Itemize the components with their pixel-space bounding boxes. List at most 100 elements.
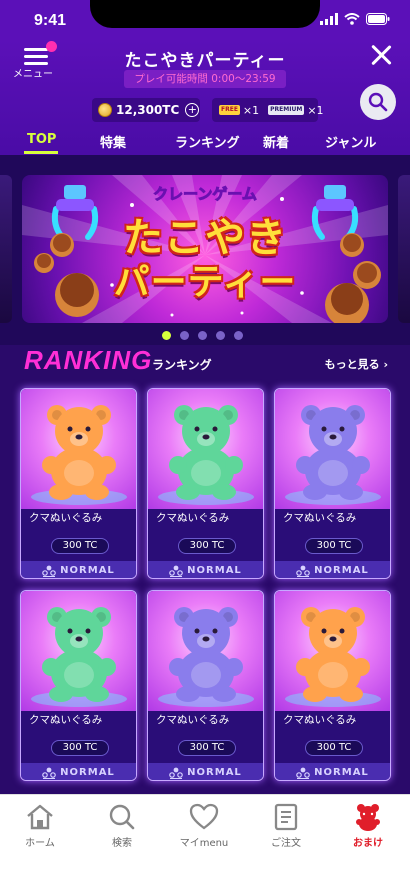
rarity-label: NORMAL — [314, 767, 369, 778]
teddy-bear-image — [31, 405, 127, 505]
wifi-icon — [344, 13, 360, 25]
bottom-navigation: ホーム 検索 マイmenu ご注文 おまけ — [0, 794, 410, 884]
nav-mymenu-label: マイmenu — [179, 838, 229, 849]
tab-feature[interactable]: 特集 — [100, 132, 126, 151]
status-time: 9:41 — [34, 12, 67, 29]
tab-ranking[interactable]: ランキング — [175, 132, 240, 151]
product-name: クマぬいぐるみ — [29, 512, 103, 524]
rarity-icon — [296, 565, 310, 577]
category-tabs: TOP 特集 ランキング 新着 ジャンル — [0, 132, 410, 154]
battery-icon — [366, 13, 390, 25]
nav-search[interactable]: 検索 — [82, 803, 162, 849]
nav-mymenu[interactable]: マイmenu — [164, 803, 244, 849]
rarity-label: NORMAL — [187, 565, 242, 576]
rarity-bar: NORMAL — [148, 763, 263, 780]
product-name: クマぬいぐるみ — [283, 714, 357, 726]
product-card[interactable]: クマぬいぐるみ 300 TC NORMAL — [147, 590, 264, 781]
play-time: プレイ可能時間 0:00〜23:59 — [124, 70, 286, 88]
search-icon — [109, 804, 135, 830]
product-price: 300 TC — [305, 740, 363, 756]
product-name: クマぬいぐるみ — [29, 714, 103, 726]
banner-carousel[interactable]: クレーンゲーム たこやき パーティー — [0, 155, 410, 345]
product-name: クマぬいぐるみ — [156, 714, 230, 726]
product-image — [275, 389, 390, 509]
rarity-icon — [296, 767, 310, 779]
add-coin-icon[interactable]: + — [185, 103, 200, 117]
home-icon — [27, 804, 53, 830]
product-card[interactable]: クマぬいぐるみ 300 TC NORMAL — [20, 388, 137, 579]
see-more-label: もっと見る — [324, 358, 380, 371]
teddy-bear-image — [158, 607, 254, 707]
tab-genre[interactable]: ジャンル — [325, 132, 376, 151]
rarity-label: NORMAL — [60, 767, 115, 778]
product-name: クマぬいぐるみ — [283, 512, 357, 524]
chevron-right-icon: › — [383, 358, 388, 371]
rarity-bar: NORMAL — [275, 561, 390, 578]
app-header: メニュー たこやきパーティー プレイ可能時間 0:00〜23:59 12,300… — [0, 40, 410, 155]
rarity-icon — [42, 565, 56, 577]
carousel-dot[interactable] — [198, 331, 207, 340]
signal-icon — [320, 13, 338, 25]
wallet-value: 12,300TC — [116, 103, 180, 117]
product-price: 300 TC — [305, 538, 363, 554]
rarity-bar: NORMAL — [21, 561, 136, 578]
product-image — [21, 389, 136, 509]
teddy-bear-image — [158, 405, 254, 505]
search-icon — [368, 92, 388, 112]
product-image — [21, 591, 136, 711]
teddy-bear-image — [285, 607, 381, 707]
tab-top[interactable]: TOP — [27, 132, 56, 147]
rarity-bar: NORMAL — [148, 561, 263, 578]
free-ticket-badge: FREE — [219, 105, 240, 115]
ranking-header: RANKING ランキング もっと見る › — [0, 345, 410, 385]
product-price: 300 TC — [51, 740, 109, 756]
rarity-label: NORMAL — [314, 565, 369, 576]
heart-icon — [189, 803, 219, 830]
nav-home[interactable]: ホーム — [0, 803, 80, 849]
rarity-bar: NORMAL — [21, 763, 136, 780]
carousel-dot[interactable] — [216, 331, 225, 340]
rarity-icon — [169, 767, 183, 779]
nav-bonus-label: おまけ — [353, 838, 383, 849]
ranking-subtitle: ランキング — [152, 358, 212, 372]
page-title: たこやきパーティー — [124, 51, 286, 71]
product-image — [275, 591, 390, 711]
product-price: 300 TC — [178, 538, 236, 554]
premium-ticket-badge: PREMIUM — [268, 105, 305, 115]
product-price: 300 TC — [51, 538, 109, 554]
product-image — [148, 389, 263, 509]
product-card[interactable]: クマぬいぐるみ 300 TC NORMAL — [274, 388, 391, 579]
nav-order[interactable]: ご注文 — [246, 803, 326, 849]
status-bar: 9:41 — [0, 0, 410, 40]
rarity-label: NORMAL — [187, 767, 242, 778]
prev-banner-peek[interactable] — [0, 175, 12, 323]
rarity-icon — [42, 767, 56, 779]
banner-slide[interactable]: クレーンゲーム たこやき パーティー — [22, 175, 388, 323]
wallet-balance[interactable]: 12,300TC + — [92, 98, 200, 122]
rarity-icon — [169, 565, 183, 577]
close-button[interactable] — [370, 44, 392, 66]
carousel-dots — [162, 331, 243, 340]
product-card[interactable]: クマぬいぐるみ 300 TC NORMAL — [147, 388, 264, 579]
nav-bonus[interactable]: おまけ — [328, 803, 408, 849]
active-tab-indicator — [24, 151, 58, 154]
product-image — [148, 591, 263, 711]
nav-search-label: 検索 — [112, 838, 132, 849]
nav-home-label: ホーム — [25, 838, 55, 849]
carousel-dot[interactable] — [234, 331, 243, 340]
banner-title-line2: パーティー — [113, 262, 297, 303]
product-price: 300 TC — [178, 740, 236, 756]
carousel-dot[interactable] — [162, 331, 171, 340]
product-card[interactable]: クマぬいぐるみ 300 TC NORMAL — [20, 590, 137, 781]
search-button[interactable] — [360, 84, 396, 120]
bear-icon — [356, 804, 380, 831]
order-icon — [274, 803, 298, 831]
product-card[interactable]: クマぬいぐるみ 300 TC NORMAL — [274, 590, 391, 781]
tab-new[interactable]: 新着 — [263, 132, 289, 151]
coin-icon — [98, 103, 112, 117]
premium-ticket-count: ×1 — [307, 103, 324, 117]
see-more-link[interactable]: もっと見る › — [325, 356, 388, 372]
next-banner-peek[interactable] — [398, 175, 410, 323]
ranking-title: RANKING — [24, 345, 153, 375]
carousel-dot[interactable] — [180, 331, 189, 340]
